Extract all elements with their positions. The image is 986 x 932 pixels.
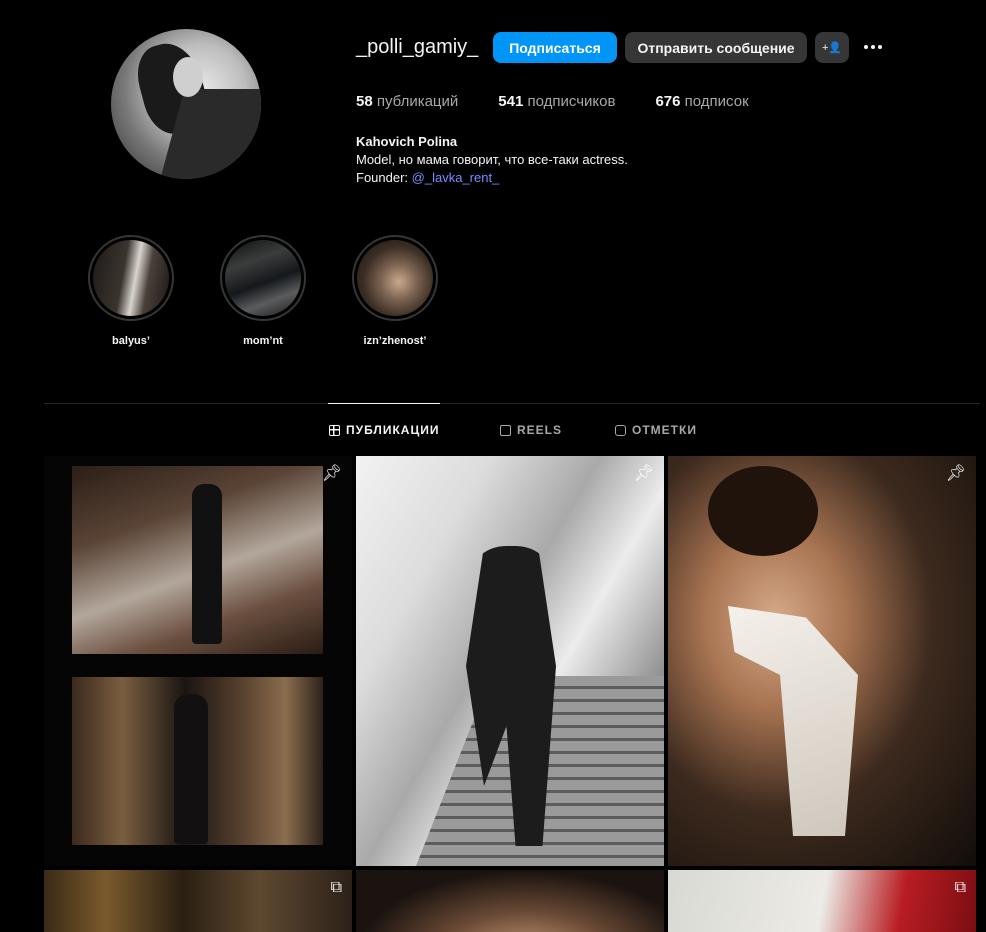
send-message-button[interactable]: Отправить сообщение <box>625 32 807 63</box>
grid-post[interactable]: 📌︎ <box>356 456 664 866</box>
tabs-divider <box>44 403 980 404</box>
pin-icon: 📌︎ <box>321 465 342 482</box>
reels-icon <box>500 424 511 436</box>
suggested-users-button[interactable]: +👤 <box>815 32 849 63</box>
highlight-label: balyus’ <box>112 335 150 347</box>
tab-posts[interactable]: ПУБЛИКАЦИИ <box>329 423 439 437</box>
profile-username: _polli_gamiy_ <box>356 36 479 58</box>
pin-icon: 📌︎ <box>945 465 966 482</box>
active-tab-indicator <box>328 403 440 404</box>
following-stat[interactable]: 676 подписок <box>655 93 748 110</box>
avatar-face <box>173 57 203 97</box>
bio-name: Kahovich Polina <box>356 134 458 149</box>
carousel-icon: ⧉ <box>954 879 966 896</box>
grid-post[interactable] <box>356 870 664 932</box>
founder-link[interactable]: @_lavka_rent_ <box>412 170 500 185</box>
profile-stats: 58 публикаций 541 подписчиков 676 подпис… <box>356 93 789 110</box>
highlight-label: mom’nt <box>243 335 283 347</box>
highlight-label: izn’zhenost’ <box>363 335 427 347</box>
grid-post[interactable]: ⧉ <box>668 870 976 932</box>
highlight-cover <box>93 240 169 316</box>
highlight-balyus[interactable]: balyus’ <box>87 235 175 347</box>
add-person-icon: +👤 <box>821 42 843 54</box>
grid-post[interactable]: ⧉ <box>44 870 352 932</box>
grid-icon <box>329 424 340 436</box>
grid-post[interactable]: 📌︎ <box>44 456 352 866</box>
highlight-cover <box>225 240 301 316</box>
highlight-moment[interactable]: mom’nt <box>219 235 307 347</box>
tagged-icon <box>615 424 626 436</box>
bio-founder: Founder: @_lavka_rent_ <box>356 170 500 185</box>
more-options-icon[interactable] <box>860 36 886 58</box>
carousel-icon: ⧉ <box>330 879 342 896</box>
grid-post[interactable]: 📌︎ <box>668 456 976 866</box>
bio-line: Model, но мама говорит, что все-таки act… <box>356 152 628 167</box>
followers-stat[interactable]: 541 подписчиков <box>498 93 615 110</box>
highlight-cover <box>357 240 433 316</box>
profile-avatar[interactable] <box>111 29 261 179</box>
tab-reels[interactable]: REELS <box>500 423 562 437</box>
profile-bio: Kahovich Polina Model, но мама говорит, … <box>356 133 628 187</box>
highlight-iznzhenost[interactable]: izn’zhenost’ <box>351 235 439 347</box>
tab-tagged[interactable]: ОТМЕТКИ <box>615 423 697 437</box>
posts-stat: 58 публикаций <box>356 93 459 110</box>
pin-icon: 📌︎ <box>633 465 654 482</box>
follow-button[interactable]: Подписаться <box>493 32 617 63</box>
